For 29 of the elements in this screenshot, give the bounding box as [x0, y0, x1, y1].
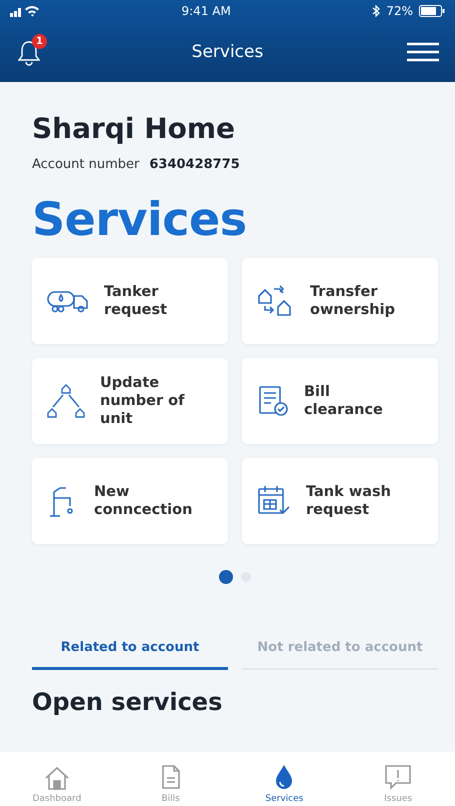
- tab[interactable]: Related to account: [32, 640, 228, 670]
- battery-icon: [419, 5, 445, 17]
- page-heading: Services: [32, 192, 248, 246]
- battery-percent: 72%: [386, 4, 413, 18]
- pager-dot[interactable]: [219, 570, 233, 584]
- tanker-truck-icon: [46, 288, 90, 314]
- service-card[interactable]: Bill clearance: [242, 358, 438, 444]
- account-number-label: Account number: [32, 157, 140, 172]
- speech-alert-icon: [384, 764, 412, 790]
- header-title: Services: [192, 42, 264, 62]
- service-card[interactable]: New conncection: [32, 458, 228, 544]
- notification-bell-button[interactable]: 1: [18, 37, 48, 67]
- document-icon: [160, 764, 181, 790]
- account-name: Sharqi Home: [32, 112, 236, 145]
- menu-icon[interactable]: [407, 42, 439, 62]
- service-card[interactable]: Tanker request: [32, 258, 228, 344]
- account-number: 6340428775: [149, 157, 240, 172]
- water-drop-icon: [274, 764, 294, 790]
- house-icon: [44, 766, 70, 790]
- notification-count: 1: [32, 34, 47, 49]
- nav-item[interactable]: Services: [228, 752, 342, 806]
- service-card[interactable]: Update number of unit: [32, 358, 228, 444]
- status-time: 9:41 AM: [182, 4, 231, 18]
- service-card[interactable]: Tank wash request: [242, 458, 438, 544]
- service-card[interactable]: Transfer ownership: [242, 258, 438, 344]
- bill-check-icon: [256, 384, 290, 418]
- signal-wifi-icon: [10, 5, 40, 17]
- bluetooth-icon: [372, 5, 380, 17]
- section-title: Open services: [32, 688, 224, 716]
